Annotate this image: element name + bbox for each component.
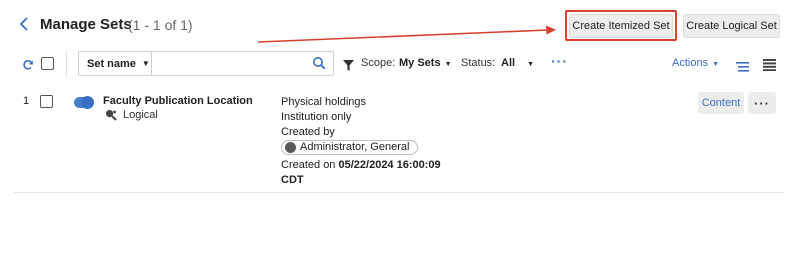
- search-field-select[interactable]: Set name ▼: [79, 52, 152, 75]
- magnify-gear-icon: [106, 110, 117, 121]
- creator-chip[interactable]: Administrator, General: [281, 140, 419, 155]
- select-all-checkbox[interactable]: [41, 57, 54, 70]
- search-field-label: Set name: [87, 57, 136, 70]
- created-on-label: Created on: [281, 159, 336, 171]
- scope-value: My Sets: [399, 57, 441, 69]
- page-header: Manage Sets (1 - 1 of 1) Create Itemized…: [0, 0, 800, 46]
- row-checkbox[interactable]: [40, 95, 53, 108]
- back-icon[interactable]: [17, 15, 31, 33]
- toolbar: Set name ▼ Scope: My Sets ▼ Status: All ▼ …: [0, 49, 800, 79]
- set-name-link[interactable]: Faculty Publication Location: [103, 95, 253, 107]
- active-toggle[interactable]: [74, 96, 94, 109]
- content-button[interactable]: Content: [698, 92, 744, 114]
- scope-label: Scope:: [361, 57, 396, 69]
- list-view-icon[interactable]: [763, 58, 776, 76]
- status-value: All: [501, 57, 516, 69]
- create-logical-set-button[interactable]: Create Logical Set: [683, 14, 780, 38]
- actions-dropdown[interactable]: Actions ▼: [672, 57, 719, 69]
- chevron-down-icon: ▼: [527, 61, 534, 68]
- scope-dropdown[interactable]: My Sets ▼: [399, 57, 452, 69]
- filter-icon: [343, 58, 354, 76]
- status-dropdown[interactable]: All ▼: [501, 57, 534, 69]
- set-details: Physical holdings Institution only Creat…: [281, 95, 441, 188]
- chevron-down-icon: ▼: [712, 61, 720, 68]
- created-by-label: Created by: [281, 126, 335, 138]
- result-count: (1 - 1 of 1): [128, 17, 193, 33]
- actions-label: Actions: [672, 57, 709, 69]
- creator-name: Administrator, General: [300, 141, 410, 153]
- divider: [66, 51, 67, 77]
- search-icon[interactable]: [312, 56, 326, 75]
- table-row[interactable]: 1 Faculty Publication Location Logical P…: [14, 87, 784, 193]
- row-more-button[interactable]: ···: [748, 92, 776, 114]
- page-title: Manage Sets: [40, 16, 132, 33]
- set-type: Logical: [105, 109, 158, 121]
- person-icon: [285, 142, 296, 153]
- status-label: Status:: [461, 57, 496, 69]
- content-type: Physical holdings: [281, 96, 366, 108]
- row-number: 1: [23, 95, 30, 107]
- search-box: Set name ▼: [78, 51, 334, 76]
- list-compact-icon[interactable]: [736, 59, 749, 77]
- set-scope: Institution only: [281, 111, 352, 123]
- chevron-down-icon: ▼: [141, 59, 150, 68]
- created-on-timezone: CDT: [281, 174, 304, 186]
- set-type-label: Logical: [123, 109, 158, 121]
- refresh-icon[interactable]: [22, 58, 34, 76]
- chevron-down-icon: ▼: [444, 61, 452, 68]
- create-itemized-set-button[interactable]: Create Itemized Set: [569, 14, 673, 38]
- search-input[interactable]: [154, 53, 304, 74]
- more-filters-button[interactable]: ···: [551, 53, 568, 69]
- created-on-value: 05/22/2024 16:00:09: [338, 159, 441, 171]
